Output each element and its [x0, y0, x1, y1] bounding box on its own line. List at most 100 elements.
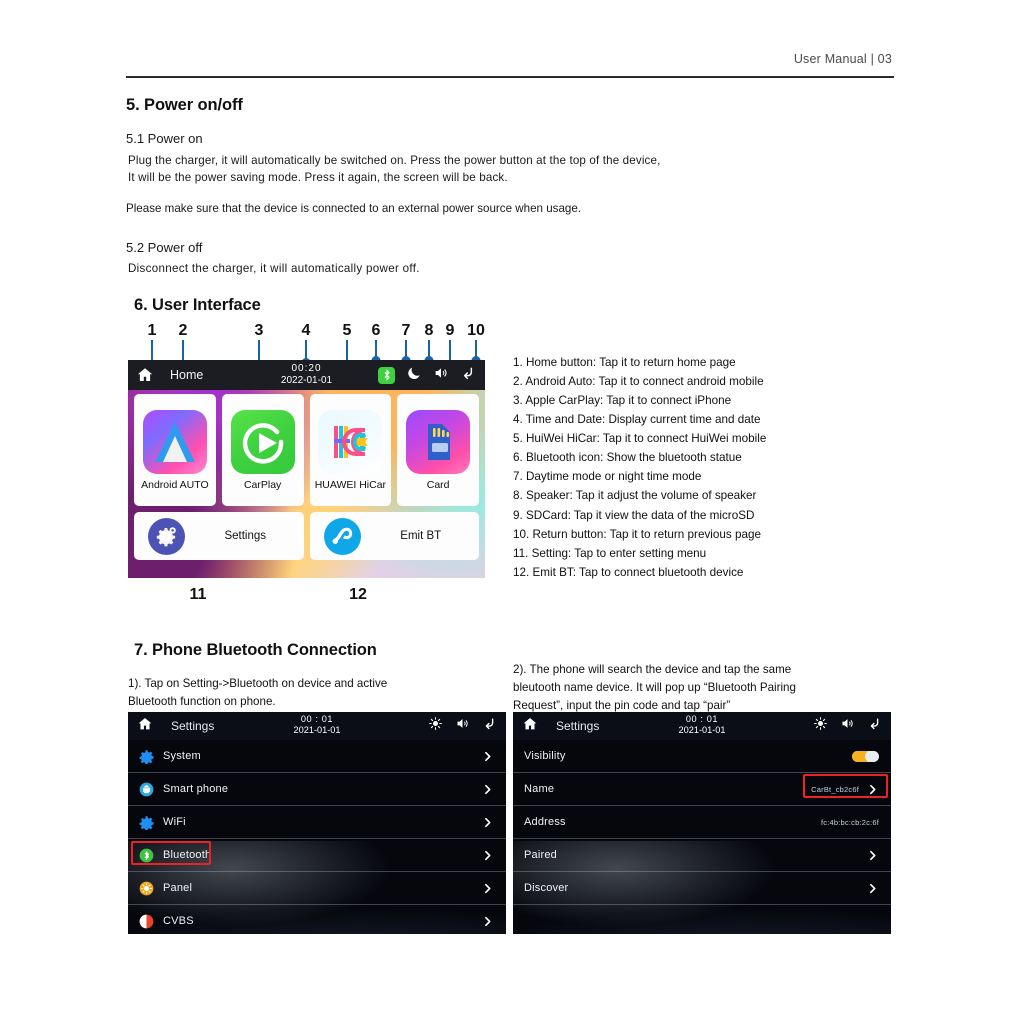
section7-step1-line2: Bluetooth function on phone.	[128, 694, 276, 708]
contrast-icon	[139, 914, 154, 929]
bt-row-paired[interactable]: Paired	[513, 839, 891, 872]
legend-item-10: 10. Return button: Tap it to return prev…	[513, 527, 761, 541]
callout-number-7: 7	[401, 322, 411, 339]
settings-row-panel[interactable]: Panel	[128, 872, 506, 905]
settings-right-date: 2021-01-01	[678, 724, 726, 735]
manual-page: User Manual | 03 5. Power on/off 5.1 Pow…	[0, 0, 1024, 1024]
chevron-right-icon	[481, 783, 494, 796]
chevron-right-icon	[481, 915, 494, 928]
settings-row-cvbs[interactable]: CVBS	[128, 905, 506, 934]
settings-row-smart-phone[interactable]: Smart phone	[128, 773, 506, 806]
callout-number-12: 12	[349, 586, 367, 603]
app-label-carplay: CarPlay	[243, 478, 282, 491]
app-tile-settings[interactable]: Settings	[134, 512, 304, 560]
android-icon	[139, 782, 154, 797]
app-tile-emit-bt[interactable]: Emit BT	[309, 512, 479, 560]
section7-step2-line1: 2). The phone will search the device and…	[513, 663, 792, 676]
section5-p1-line2: It will be the power saving mode. Press …	[128, 170, 508, 184]
legend-item-3: 3. Apple CarPlay: Tap it to connect iPho…	[513, 394, 732, 408]
sd-card-icon	[406, 409, 471, 474]
legend-item-11: 11. Setting: Tap to enter setting menu	[513, 546, 707, 560]
callout-number-8: 8	[424, 322, 434, 339]
night-mode-icon[interactable]	[406, 365, 422, 386]
app-tile-huawei-hicar[interactable]: HUAWEI HiCar	[309, 394, 392, 506]
bt-row-discover[interactable]: Discover	[513, 872, 891, 905]
bt-row-empty	[513, 905, 891, 934]
legend-item-8: 8. Speaker: Tap it adjust the volume of …	[513, 489, 757, 503]
settings-right-status-icons	[813, 716, 884, 736]
home-topbar: Home 00:20 2022-01-01	[128, 360, 485, 390]
emit-bt-icon	[323, 517, 361, 555]
app-tile-card[interactable]: Card	[397, 394, 479, 506]
settings-left-clock: 00 : 01 2021-01-01	[294, 714, 341, 735]
speaker-icon[interactable]	[433, 365, 449, 386]
bluetooth-settings-list: Visibility Name CarBt_cb2c6f Address fc:…	[513, 740, 891, 934]
section5-paragraph-3: Disconnect the charger, it will automati…	[128, 262, 420, 276]
home-time: 00:20	[291, 363, 322, 374]
bluetooth-icon[interactable]	[378, 366, 395, 384]
speaker-icon[interactable]	[840, 716, 855, 736]
callout-number-1: 1	[147, 322, 157, 339]
home-clock: 00:20 2022-01-01	[281, 363, 332, 386]
settings-row-bluetooth[interactable]: Bluetooth	[128, 839, 506, 872]
return-icon[interactable]	[460, 365, 476, 386]
device-home-screenshot: Home 00:20 2022-01-01 Android AUTO CarPl…	[128, 360, 485, 578]
app-label-emit-bt: Emit BT	[400, 530, 442, 542]
section5-title: 5. Power on/off	[126, 96, 243, 114]
callout-number-4: 4	[301, 322, 311, 339]
callout-number-5: 5	[342, 322, 352, 339]
visibility-toggle[interactable]	[852, 750, 879, 762]
chevron-right-icon	[481, 750, 494, 763]
home-icon[interactable]	[136, 366, 154, 384]
app-label-android-auto: Android AUTO	[141, 478, 209, 491]
app-label-card: Card	[426, 478, 450, 491]
section5-sub-power-off: 5.2 Power off	[126, 240, 203, 256]
section7-step2-line2: bleutooth name device. It will pop up “B…	[513, 680, 796, 694]
settings-right-clock: 00 : 01 2021-01-01	[679, 714, 726, 735]
home-date: 2022-01-01	[280, 374, 333, 386]
return-icon[interactable]	[867, 716, 882, 736]
legend-item-9: 9. SDCard: Tap it view the data of the m…	[513, 508, 755, 522]
bt-row-visibility[interactable]: Visibility	[513, 740, 891, 773]
app-tile-carplay[interactable]: CarPlay	[221, 394, 304, 506]
bt-row-name[interactable]: Name CarBt_cb2c6f	[513, 773, 891, 806]
settings-row-wifi[interactable]: WiFi	[128, 806, 506, 839]
return-icon[interactable]	[482, 716, 497, 736]
settings-row-system[interactable]: System	[128, 740, 506, 773]
app-tile-android-auto[interactable]: Android AUTO	[134, 394, 216, 506]
settings-row-label: Discover	[524, 882, 569, 894]
section5-paragraph-1: Plug the charger, it will automatically …	[128, 153, 916, 187]
gear-icon	[139, 815, 154, 831]
chevron-right-icon	[866, 849, 879, 862]
brightness-icon[interactable]	[813, 716, 828, 736]
bt-device-address-value: fc:4b:bc:cb:2c:6f	[820, 817, 879, 827]
section-power-onoff: 5. Power on/off 5.1 Power on Plug the ch…	[126, 96, 916, 278]
page-header-text: User Manual | 03	[793, 52, 892, 66]
page-header: User Manual | 03	[126, 50, 894, 68]
settings-left-title: Settings	[171, 719, 215, 733]
settings-row-label: Visibility	[524, 750, 566, 762]
bluetooth-settings-screenshot: Settings 00 : 01 2021-01-01 Visibility N…	[513, 712, 891, 934]
brightness-icon[interactable]	[428, 716, 443, 736]
home-title: Home	[170, 368, 204, 382]
legend-item-12: 12. Emit BT: Tap to connect bluetooth de…	[513, 565, 744, 579]
chevron-right-icon	[481, 882, 494, 895]
ui-legend-list: 1. Home button: Tap it to return home pa…	[513, 353, 913, 582]
section7-step1-line1: 1). Tap on Setting->Bluetooth on device …	[128, 677, 388, 690]
speaker-icon[interactable]	[455, 716, 470, 736]
home-icon[interactable]	[522, 716, 538, 737]
section5-paragraph-2: Please make sure that the device is conn…	[126, 201, 582, 215]
chevron-right-icon	[481, 816, 494, 829]
callout-number-3: 3	[254, 322, 264, 339]
bt-row-address: Address fc:4b:bc:cb:2c:6f	[513, 806, 891, 839]
settings-right-topbar: Settings 00 : 01 2021-01-01	[513, 712, 891, 740]
callout-numbers-bottom: 11 12	[126, 586, 496, 610]
settings-row-label: Smart phone	[163, 783, 229, 795]
settings-row-label: WiFi	[163, 816, 186, 828]
section5-sub-power-on: 5.1 Power on	[126, 131, 203, 146]
chevron-right-icon	[866, 882, 879, 895]
settings-row-label: CVBS	[163, 915, 194, 927]
settings-left-topbar: Settings 00 : 01 2021-01-01	[128, 712, 506, 740]
home-icon[interactable]	[137, 716, 153, 737]
settings-row-label: Address	[524, 816, 566, 828]
